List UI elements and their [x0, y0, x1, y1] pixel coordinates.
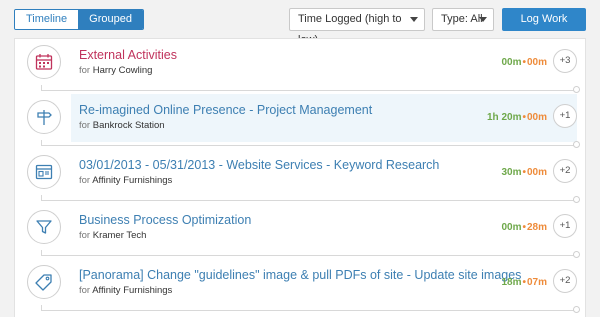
count-badge[interactable]: +1 [553, 214, 577, 238]
divider [41, 195, 580, 203]
client-name: Affinity Furnishings [92, 175, 173, 186]
time-billable: 30m [501, 167, 522, 178]
entry-client: for Kramer Tech [79, 230, 146, 241]
calendar-icon [27, 45, 61, 79]
divider [41, 85, 580, 93]
entry-title[interactable]: [Panorama] Change "guidelines" image & p… [79, 268, 521, 282]
entry-list: External Activities for Harry Cowling 00… [14, 38, 586, 317]
time-logged: 1h 20m•00m [487, 112, 547, 123]
signpost-icon [27, 100, 61, 134]
entry-client: for Affinity Furnishings [79, 175, 172, 186]
time-billable: 1h 20m [487, 112, 522, 123]
client-name: Kramer Tech [92, 230, 147, 241]
for-label: for [79, 230, 91, 241]
time-billable: 00m [501, 222, 522, 233]
list-item: [Panorama] Change "guidelines" image & p… [15, 259, 587, 313]
count-badge[interactable]: +3 [553, 49, 577, 73]
client-name: Harry Cowling [92, 65, 153, 76]
time-logged: 30m•00m [501, 167, 547, 178]
time-billable: 00m [501, 57, 522, 68]
type-select[interactable]: Type: All [432, 8, 494, 31]
count-badge[interactable]: +2 [553, 159, 577, 183]
count-badge[interactable]: +1 [553, 104, 577, 128]
time-nonbillable: 00m [526, 167, 547, 178]
divider [41, 250, 580, 258]
entry-title[interactable]: External Activities [79, 48, 177, 62]
for-label: for [79, 65, 91, 76]
sort-select[interactable]: Time Logged (high to low) [289, 8, 425, 46]
time-nonbillable: 28m [526, 222, 547, 233]
log-work-button[interactable]: Log Work [502, 8, 586, 31]
entry-client: for Harry Cowling [79, 65, 152, 76]
chevron-down-icon [410, 17, 418, 22]
time-logged: 18m•07m [501, 277, 547, 288]
divider [41, 140, 580, 148]
browser-window-icon [27, 155, 61, 189]
list-item: Re-imagined Online Presence - Project Ma… [15, 94, 587, 148]
time-nonbillable: 00m [526, 112, 547, 123]
time-logged: 00m•28m [501, 222, 547, 233]
for-label: for [79, 175, 91, 186]
tab-grouped[interactable]: Grouped [78, 10, 143, 29]
list-item: External Activities for Harry Cowling 00… [15, 39, 587, 93]
entry-title[interactable]: Re-imagined Online Presence - Project Ma… [79, 103, 372, 117]
client-name: Affinity Furnishings [92, 285, 173, 296]
tab-timeline[interactable]: Timeline [15, 10, 79, 29]
list-item: Business Process Optimization for Kramer… [15, 204, 587, 258]
count-badge[interactable]: +2 [553, 269, 577, 293]
time-logged: 00m•00m [501, 57, 547, 68]
entry-title[interactable]: Business Process Optimization [79, 213, 251, 227]
time-billable: 18m [501, 277, 522, 288]
entry-title[interactable]: 03/01/2013 - 05/31/2013 - Website Servic… [79, 158, 439, 172]
view-toggle: Timeline Grouped [14, 9, 144, 30]
client-name: Bankrock Station [92, 120, 165, 131]
list-item: 03/01/2013 - 05/31/2013 - Website Servic… [15, 149, 587, 203]
for-label: for [79, 120, 91, 131]
type-select-label: Type: All [441, 13, 483, 25]
tag-icon [27, 265, 61, 299]
time-nonbillable: 00m [526, 57, 547, 68]
time-nonbillable: 07m [526, 277, 547, 288]
for-label: for [79, 285, 91, 296]
entry-client: for Bankrock Station [79, 120, 165, 131]
chevron-down-icon [479, 17, 487, 22]
divider [41, 305, 580, 313]
entry-client: for Affinity Furnishings [79, 285, 172, 296]
funnel-icon [27, 210, 61, 244]
